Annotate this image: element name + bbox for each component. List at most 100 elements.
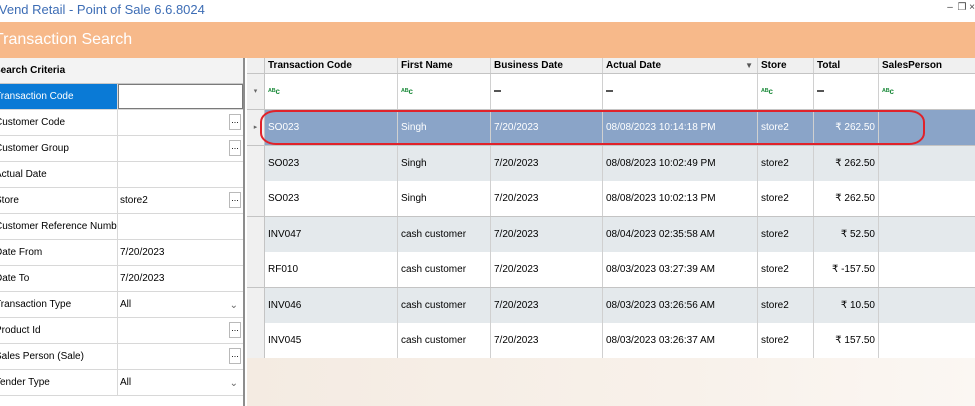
row-indicator[interactable]	[247, 323, 265, 358]
cell-actual-date: 08/04/2023 02:35:58 AM	[603, 216, 758, 252]
table-row[interactable]: RF010 cash customer 7/20/2023 08/03/2023 03…	[247, 252, 975, 288]
transactions-grid: Transaction Code First Name Business Dat…	[247, 58, 975, 358]
criteria-row-customer-group[interactable]: Customer Group ...	[0, 136, 243, 162]
text-filter-icon: ᴬᴮc	[882, 87, 894, 96]
cell-salesperson	[879, 252, 975, 287]
cell-store: store2	[758, 216, 814, 252]
cell-salesperson	[879, 217, 975, 252]
filter-business-date[interactable]	[491, 74, 603, 109]
criteria-row-product-id[interactable]: Product Id ...	[0, 318, 243, 344]
criteria-row-tender-type[interactable]: Tender Type All ⌄	[0, 370, 243, 396]
criteria-label: Transaction Code	[0, 91, 74, 102]
criteria-row-sales-person[interactable]: Sales Person (Sale) ...	[0, 344, 243, 370]
customer-group-input[interactable]: ...	[118, 136, 243, 161]
criteria-row-customer-code[interactable]: Customer Code ...	[0, 110, 243, 136]
cell-transaction-code: RF010	[265, 252, 398, 287]
cell-transaction-code: SO023	[265, 181, 398, 216]
date-from-input[interactable]: 7/20/2023	[118, 240, 243, 265]
cell-business-date: 7/20/2023	[491, 181, 603, 216]
criteria-row-date-to[interactable]: Date To 7/20/2023	[0, 266, 243, 292]
cell-total: ₹ 52.50	[814, 216, 879, 252]
criteria-label: Sales Person (Sale)	[0, 351, 84, 362]
row-indicator[interactable]	[247, 181, 265, 216]
table-row[interactable]: SO023 Singh 7/20/2023 08/08/2023 10:02:13 P…	[247, 181, 975, 217]
customer-code-input[interactable]: ...	[118, 110, 243, 135]
column-header-total[interactable]: Total	[814, 58, 879, 73]
cell-store: store2	[758, 252, 814, 287]
close-icon[interactable]: ×	[966, 1, 975, 15]
actual-date-input[interactable]	[118, 162, 243, 187]
chevron-down-icon[interactable]: ⌄	[230, 293, 238, 318]
criteria-row-transaction-code[interactable]: Transaction Code	[0, 84, 243, 110]
ellipsis-button[interactable]: ...	[229, 114, 241, 130]
cell-business-date: 7/20/2023	[491, 287, 603, 323]
criteria-label: Store	[0, 195, 19, 206]
transaction-type-select[interactable]: All ⌄	[118, 292, 243, 317]
filter-store[interactable]: ᴬᴮc	[758, 74, 814, 109]
cell-first-name: Singh	[398, 181, 491, 216]
column-header-first-name[interactable]: First Name	[398, 58, 491, 73]
cell-total: ₹ -157.50	[814, 252, 879, 287]
cell-first-name: cash customer	[398, 323, 491, 358]
minimize-icon[interactable]: –	[944, 1, 956, 15]
criteria-row-date-from[interactable]: Date From 7/20/2023	[0, 240, 243, 266]
equals-filter-icon	[494, 90, 501, 93]
criteria-row-customer-reference-number[interactable]: Customer Reference Number	[0, 214, 243, 240]
filter-first-name[interactable]: ᴬᴮc	[398, 74, 491, 109]
ellipsis-button[interactable]: ...	[229, 348, 241, 364]
criteria-label: Customer Group	[0, 143, 69, 154]
cell-total: ₹ 10.50	[814, 287, 879, 323]
cell-first-name: Singh	[398, 145, 491, 181]
row-indicator-header	[247, 58, 265, 73]
row-indicator[interactable]	[247, 287, 265, 323]
filter-salesperson[interactable]: ᴬᴮc	[879, 74, 975, 109]
cell-actual-date: 08/03/2023 03:26:56 AM	[603, 287, 758, 323]
grid-header: Transaction Code First Name Business Dat…	[247, 58, 975, 74]
cell-salesperson	[879, 146, 975, 181]
column-header-actual-date[interactable]: Actual Date ▼	[603, 58, 758, 73]
table-row[interactable]: SO023 Singh 7/20/2023 08/08/2023 10:02:49 P…	[247, 145, 975, 182]
chevron-down-icon[interactable]: ⌄	[230, 371, 238, 396]
ellipsis-button[interactable]: ...	[229, 140, 241, 156]
filter-actual-date[interactable]	[603, 74, 758, 109]
criteria-label: Customer Reference Number	[0, 221, 118, 232]
equals-filter-icon	[606, 90, 613, 93]
tender-type-select[interactable]: All ⌄	[118, 370, 243, 395]
cell-transaction-code: SO023	[265, 145, 398, 181]
date-to-input[interactable]: 7/20/2023	[118, 266, 243, 291]
sales-person-input[interactable]: ...	[118, 344, 243, 369]
row-indicator[interactable]	[247, 216, 265, 252]
cell-transaction-code: INV047	[265, 216, 398, 252]
customer-reference-number-input[interactable]	[118, 214, 243, 239]
table-row[interactable]: INV046 cash customer 7/20/2023 08/03/2023 0…	[247, 287, 975, 324]
column-header-transaction-code[interactable]: Transaction Code	[265, 58, 398, 73]
criteria-row-store[interactable]: Store store2...	[0, 188, 243, 214]
filter-total[interactable]	[814, 74, 879, 109]
product-id-input[interactable]: ...	[118, 318, 243, 343]
criteria-row-actual-date[interactable]: Actual Date	[0, 162, 243, 188]
cell-store: store2	[758, 181, 814, 216]
row-indicator[interactable]	[247, 145, 265, 181]
cell-first-name: cash customer	[398, 216, 491, 252]
ellipsis-button[interactable]: ...	[229, 322, 241, 338]
column-header-store[interactable]: Store	[758, 58, 814, 73]
store-input[interactable]: store2...	[118, 188, 243, 213]
cell-salesperson	[879, 323, 975, 358]
cell-transaction-code: INV045	[265, 323, 398, 358]
row-indicator[interactable]	[247, 252, 265, 287]
title-bar: iVend Retail - Point of Sale 6.6.8024 – …	[0, 0, 975, 22]
table-row[interactable]: INV047 cash customer 7/20/2023 08/04/2023 0…	[247, 216, 975, 253]
cell-first-name: cash customer	[398, 287, 491, 323]
column-header-business-date[interactable]: Business Date	[491, 58, 603, 73]
cell-store: store2	[758, 145, 814, 181]
cell-total: ₹ 157.50	[814, 323, 879, 358]
column-header-salesperson[interactable]: SalesPerson	[879, 58, 975, 73]
ellipsis-button[interactable]: ...	[229, 192, 241, 208]
cell-store: store2	[758, 323, 814, 358]
sort-descending-icon: ▼	[745, 61, 753, 70]
table-row[interactable]: INV045 cash customer 7/20/2023 08/03/2023 0…	[247, 323, 975, 358]
transaction-code-input[interactable]	[118, 84, 243, 109]
criteria-row-transaction-type[interactable]: Transaction Type All ⌄	[0, 292, 243, 318]
cell-actual-date: 08/03/2023 03:26:37 AM	[603, 323, 758, 358]
filter-transaction-code[interactable]: ᴬᴮc	[265, 74, 398, 109]
